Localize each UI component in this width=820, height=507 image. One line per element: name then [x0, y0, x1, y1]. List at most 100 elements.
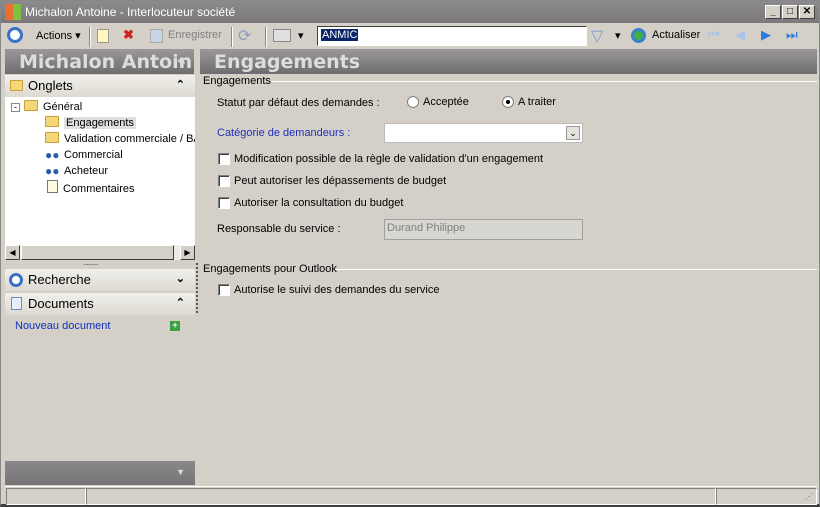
tree-item-commentaires[interactable]: Commentaires	[47, 180, 135, 195]
documents-header[interactable]: Documents ⌃	[5, 293, 195, 315]
new-document-link[interactable]: Nouveau document	[15, 320, 110, 332]
divider	[335, 269, 817, 270]
radio-a-traiter-label[interactable]: A traiter	[518, 96, 556, 108]
title-bar: Michalon Antoine - Interlocuteur société…	[1, 1, 819, 23]
checkbox-modification-regle[interactable]	[218, 153, 230, 165]
right-header: Engagements	[200, 49, 817, 74]
previous-record-icon[interactable]: ◀	[735, 27, 745, 43]
tree-item-acheteur[interactable]: ●● Acheteur	[45, 164, 109, 178]
minimize-button[interactable]: _	[765, 5, 781, 19]
refresh-button[interactable]: Actualiser	[652, 29, 700, 41]
group-outlook: Engagements pour Outlook	[203, 263, 337, 275]
refresh-icon[interactable]	[631, 28, 646, 43]
expand-icon[interactable]: ⌄	[176, 272, 185, 285]
collapse-panel-icon[interactable]: «	[177, 53, 186, 69]
save-button[interactable]: Enregistrer	[168, 29, 222, 41]
tab-tree: - Général Engagements Validation commerci…	[5, 97, 195, 245]
recherche-label: Recherche	[28, 272, 91, 287]
tree-label: Commercial	[64, 149, 123, 161]
horizontal-scrollbar[interactable]: ◀ ▶	[5, 245, 195, 260]
tree-label: Général	[43, 101, 83, 113]
users-icon: ●●	[45, 164, 60, 178]
app-icon	[5, 4, 21, 20]
radio-a-traiter[interactable]	[502, 96, 514, 108]
navigation-bar: ▼	[5, 461, 195, 485]
new-icon[interactable]	[97, 29, 109, 43]
tree-label: Commentaires	[63, 183, 135, 195]
tree-node-general[interactable]: - Général	[11, 100, 82, 113]
checkbox-label[interactable]: Autorise le suivi des demandes du servic…	[234, 284, 439, 296]
status-pane	[6, 488, 86, 505]
tree-label: Engagements	[64, 117, 136, 129]
checkbox-label[interactable]: Autoriser la consultation du budget	[234, 197, 403, 209]
documents-label: Documents	[28, 296, 94, 311]
next-record-icon[interactable]: ▶	[761, 27, 771, 43]
chevron-down-icon[interactable]: ⌄	[566, 126, 580, 140]
scroll-left-icon[interactable]: ◀	[5, 245, 20, 260]
separator	[231, 27, 233, 47]
folder-open-icon	[45, 116, 59, 127]
toolbar: Actions ▾ ✖ Enregistrer ⟳ ▾ ANMIC ▽ ▾ Ac…	[1, 24, 819, 49]
contact-name: Michalon Antoin	[19, 51, 193, 73]
radio-acceptee-label[interactable]: Acceptée	[423, 96, 469, 108]
checkbox-label[interactable]: Modification possible de la règle de val…	[234, 153, 543, 165]
categorie-combobox[interactable]: ⌄	[384, 123, 583, 143]
radio-acceptee[interactable]	[407, 96, 419, 108]
onglets-header[interactable]: Onglets ⌃	[5, 75, 195, 97]
search-input[interactable]: ANMIC	[317, 26, 587, 46]
recherche-header[interactable]: Recherche ⌄	[5, 269, 195, 291]
checkbox-label[interactable]: Peut autoriser les dépassements de budge…	[234, 175, 446, 187]
first-record-icon[interactable]: ⏮	[708, 27, 720, 43]
print-icon[interactable]	[273, 29, 291, 42]
last-record-icon[interactable]: ⏭	[786, 27, 798, 43]
folder-icon	[10, 80, 23, 91]
splitter-handle[interactable]: ·········	[83, 260, 99, 269]
window: Michalon Antoine - Interlocuteur société…	[0, 0, 820, 507]
statut-label: Statut par défaut des demandes :	[217, 97, 380, 109]
scroll-thumb[interactable]	[21, 245, 174, 260]
target-icon[interactable]	[7, 27, 23, 43]
print-dropdown-icon[interactable]: ▾	[298, 29, 304, 42]
collapse-icon[interactable]: ⌃	[176, 296, 185, 309]
filter-dropdown-icon[interactable]: ▾	[615, 29, 621, 42]
group-engagements: Engagements	[203, 75, 271, 87]
tree-label: Acheteur	[64, 165, 109, 177]
delete-icon[interactable]: ✖	[123, 27, 134, 43]
checkbox-consultation-budget[interactable]	[218, 197, 230, 209]
collapse-toggle-icon[interactable]: -	[11, 103, 20, 112]
scroll-right-icon[interactable]: ▶	[180, 245, 195, 260]
responsable-field: Durand Philippe	[384, 219, 583, 240]
maximize-button[interactable]: □	[782, 5, 798, 19]
tree-item-commercial[interactable]: ●● Commercial	[45, 148, 123, 162]
add-icon[interactable]: +	[170, 321, 180, 331]
folder-icon	[24, 100, 38, 111]
responsable-label: Responsable du service :	[217, 223, 341, 235]
left-panel: Onglets ⌃ - Général Engagements Validation…	[5, 75, 195, 485]
checkbox-suivi-demandes[interactable]	[218, 284, 230, 296]
folder-icon	[45, 132, 59, 143]
filter-icon[interactable]: ▽	[591, 26, 603, 46]
vertical-splitter[interactable]	[196, 263, 198, 313]
collapse-icon[interactable]: ⌃	[176, 78, 185, 91]
status-pane	[716, 488, 817, 505]
tree-label: Validation commerciale / BA	[64, 133, 195, 145]
categorie-label: Catégorie de demandeurs :	[217, 127, 351, 139]
tree-item-engagements[interactable]: Engagements	[45, 116, 136, 129]
save-icon	[150, 29, 163, 43]
status-pane	[86, 488, 716, 505]
actions-label: Actions	[36, 30, 73, 42]
search-value: ANMIC	[321, 29, 359, 41]
tree-item-validation[interactable]: Validation commerciale / BA	[45, 132, 195, 145]
close-button[interactable]: ✕	[799, 5, 815, 19]
users-icon: ●●	[45, 148, 60, 162]
actions-menu[interactable]: Actions ▾	[36, 29, 81, 42]
dropdown-icon[interactable]: ▼	[176, 467, 185, 477]
document-icon	[47, 180, 58, 193]
sync-icon[interactable]: ⟳	[238, 26, 251, 46]
documents-icon	[11, 297, 22, 310]
separator	[89, 27, 91, 47]
resize-grip-icon[interactable]: ⋰	[805, 492, 813, 501]
search-target-icon	[9, 273, 23, 287]
checkbox-depassements-budget[interactable]	[218, 175, 230, 187]
window-title: Michalon Antoine - Interlocuteur société	[25, 5, 236, 19]
